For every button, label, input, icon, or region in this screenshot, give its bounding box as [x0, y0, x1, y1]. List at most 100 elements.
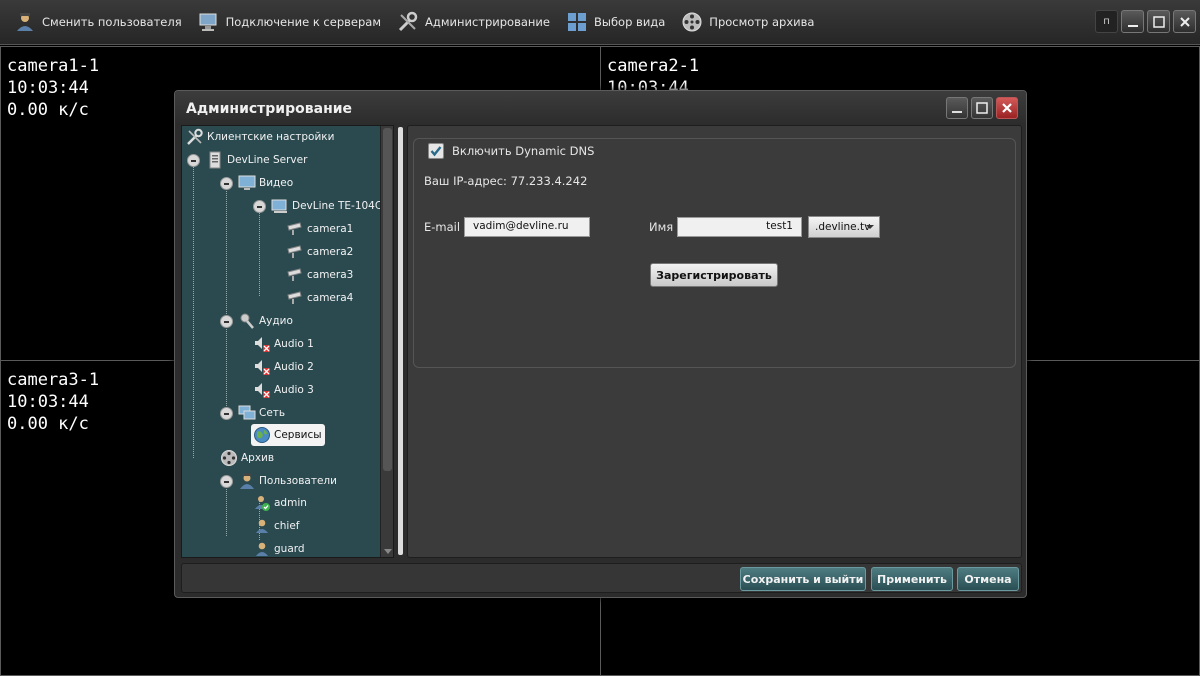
administration-button[interactable]: Администрирование: [391, 6, 556, 38]
view-select-label: Выбор вида: [593, 15, 666, 29]
domain-value: .devline.tv: [815, 221, 871, 233]
minimize-button[interactable]: [1121, 10, 1144, 33]
ddns-groupbox: Включить Dynamic DNS Ваш IP-адрес: 77.23…: [413, 138, 1016, 368]
connect-servers-label: Подключение к серверам: [225, 15, 381, 29]
dialog-controls: [943, 97, 1018, 119]
tree-expander[interactable]: [220, 407, 233, 420]
archive-view-button[interactable]: Просмотр архива: [675, 6, 820, 38]
maximize-button[interactable]: [1147, 10, 1170, 33]
maximize-icon: [976, 102, 988, 114]
tree-item-camera1[interactable]: camera1: [286, 219, 353, 239]
users-icon: [240, 473, 254, 489]
grid-view-icon: [567, 13, 586, 31]
film-reel-icon: [682, 12, 702, 32]
tree-scrollbar[interactable]: [380, 126, 393, 557]
dialog-title: Администрирование: [186, 101, 353, 117]
email-label: E-mail: [424, 220, 461, 234]
tree-item-audio-3[interactable]: Audio 3: [253, 380, 314, 400]
tree-item-user-admin[interactable]: admin: [253, 493, 307, 513]
microphone-icon: [240, 313, 254, 329]
scroll-down-icon[interactable]: [384, 549, 392, 554]
name-field[interactable]: test1: [677, 217, 802, 237]
tree-item-users[interactable]: Пользователи: [238, 471, 337, 491]
save-and-exit-button[interactable]: Сохранить и выйти: [740, 567, 866, 591]
dialog-titlebar[interactable]: Администрирование: [175, 91, 1026, 125]
app-window: Сменить пользователя Подключение к серве…: [0, 0, 1200, 676]
tree-label: chief: [274, 520, 300, 532]
tree-label: Audio 3: [274, 384, 314, 396]
user-icon: [256, 519, 268, 533]
tree-item-audio-2[interactable]: Audio 2: [253, 357, 314, 377]
scrollbar-thumb[interactable]: [383, 128, 392, 471]
tree-item-audio-1[interactable]: Audio 1: [253, 334, 314, 354]
dialog-maximize-button[interactable]: [971, 97, 993, 119]
tree-label: camera1: [307, 223, 354, 235]
name-label: Имя: [649, 220, 674, 234]
switch-user-button[interactable]: Сменить пользователя: [8, 6, 188, 38]
panel-splitter[interactable]: [398, 127, 403, 555]
window-controls: п: [1092, 10, 1196, 33]
tree-item-device[interactable]: DevLine TE-104C c: [271, 196, 391, 216]
tree-item-user-guard[interactable]: guard: [253, 539, 305, 557]
tree-label: Клиентские настройки: [207, 131, 335, 143]
tools-icon: [187, 128, 203, 145]
tree-item-audio[interactable]: Аудио: [238, 311, 293, 331]
connect-servers-button[interactable]: Подключение к серверам: [192, 6, 387, 38]
dialog-close-button[interactable]: [996, 97, 1018, 119]
network-icon: [238, 405, 256, 420]
tree-label: camera2: [307, 246, 354, 258]
domain-select[interactable]: .devline.tv: [808, 216, 880, 238]
dialog-minimize-button[interactable]: [946, 97, 968, 119]
ddns-enable-checkbox[interactable]: [428, 143, 444, 159]
tree-label: admin: [274, 497, 307, 509]
close-app-button[interactable]: [1173, 10, 1196, 33]
archive-view-label: Просмотр архива: [709, 15, 815, 29]
cancel-button[interactable]: Отмена: [957, 567, 1019, 591]
user-switch-icon: [17, 13, 33, 31]
monitor-icon: [238, 175, 256, 190]
tree-item-archive[interactable]: Архив: [220, 448, 274, 468]
tree-item-camera3[interactable]: camera3: [286, 265, 353, 285]
view-select-button[interactable]: Выбор вида: [560, 6, 671, 38]
pin-button[interactable]: п: [1095, 10, 1118, 33]
register-button[interactable]: Зарегистрировать: [650, 263, 778, 287]
camera-icon: [287, 222, 302, 235]
tree-expander[interactable]: [220, 177, 233, 190]
tree-item-services[interactable]: Сервисы: [251, 424, 325, 446]
tree-label: Видео: [259, 177, 294, 189]
admin-user-icon: [255, 496, 270, 511]
tree-item-user-chief[interactable]: chief: [253, 516, 300, 536]
dialog-button-bar: Сохранить и выйти Применить Отмена: [181, 563, 1022, 593]
administration-dialog: Администрирование Клиентские настройки D…: [174, 90, 1027, 598]
tree-label: camera4: [307, 292, 354, 304]
server-icon: [209, 151, 221, 169]
maximize-icon: [1152, 15, 1165, 28]
tree-item-camera2[interactable]: camera2: [286, 242, 353, 262]
speaker-disabled-icon: [255, 383, 270, 398]
checkmark-icon: [430, 146, 442, 157]
tools-icon: [398, 11, 418, 32]
tree-expander[interactable]: [220, 475, 233, 488]
tree-label: Сервисы: [274, 429, 322, 441]
globe-icon: [254, 427, 270, 443]
tree-expander[interactable]: [220, 315, 233, 328]
tree-item-camera4[interactable]: camera4: [286, 288, 353, 308]
tree-item-client-settings[interactable]: Клиентские настройки: [186, 127, 334, 147]
tree-expander[interactable]: [187, 154, 200, 167]
ddns-enable-row: Включить Dynamic DNS: [428, 143, 603, 159]
tree-item-network[interactable]: Сеть: [238, 403, 285, 423]
camera-name: camera1-1: [7, 56, 100, 76]
ip-address-label: Ваш IP-адрес: 77.233.4.242: [424, 174, 588, 188]
tree-item-server[interactable]: DevLine Server: [206, 150, 307, 170]
camera-icon: [287, 291, 302, 304]
tree-label: camera3: [307, 269, 354, 281]
apply-button[interactable]: Применить: [871, 567, 953, 591]
switch-user-label: Сменить пользователя: [42, 15, 182, 29]
ddns-settings-panel: Включить Dynamic DNS Ваш IP-адрес: 77.23…: [407, 125, 1022, 558]
email-field[interactable]: vadim@devline.ru: [464, 217, 590, 237]
ddns-enable-label: Включить Dynamic DNS: [452, 144, 595, 158]
tree-label: Сеть: [259, 407, 286, 419]
tree-item-video[interactable]: Видео: [238, 173, 293, 193]
tree-label: guard: [274, 543, 305, 555]
tree-expander[interactable]: [253, 200, 266, 213]
